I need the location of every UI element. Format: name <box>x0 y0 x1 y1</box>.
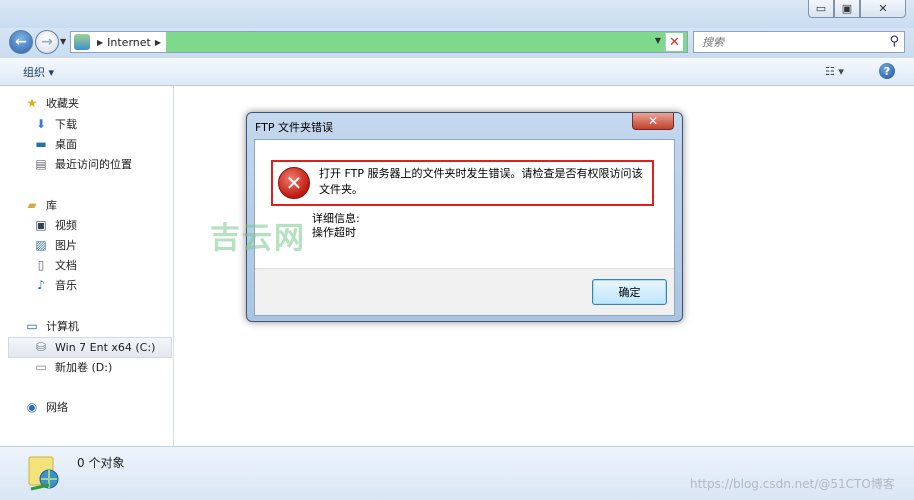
sidebar-item-downloads[interactable]: ⬇ 下载 <box>33 115 77 133</box>
sidebar-item-network[interactable]: ◉ 网络 <box>24 398 68 416</box>
address-dropdown-icon[interactable]: ▼ <box>655 36 661 45</box>
search-icon[interactable]: ⚲ <box>889 34 899 49</box>
download-folder-icon: ⬇ <box>35 117 47 131</box>
sidebar-item-label: 音乐 <box>55 279 77 292</box>
image-watermark: https://blog.csdn.net/@51CTO博客 <box>690 477 895 491</box>
sidebar-item-videos[interactable]: ▣ 视频 <box>33 216 77 234</box>
close-icon: ✕ <box>878 2 888 15</box>
stop-icon[interactable]: ✕ <box>665 33 683 51</box>
sidebar-item-documents[interactable]: ▯ 文档 <box>33 256 77 274</box>
sidebar-item-label: 下载 <box>55 118 77 131</box>
address-bar[interactable]: ▶ Internet ▶ ▼ ✕ <box>70 31 688 53</box>
chevron-right-icon[interactable]: ▶ <box>97 38 103 47</box>
sidebar-item-drive-c[interactable]: ⛁ Win 7 Ent x64 (C:) <box>33 338 155 356</box>
forward-arrow-icon: → <box>41 34 53 50</box>
ftp-folder-icon <box>28 456 59 491</box>
library-folder-icon: ▰ <box>27 198 37 212</box>
ok-button[interactable]: 确定 <box>592 279 667 305</box>
sidebar-item-label: 图片 <box>55 239 77 252</box>
network-icon: ◉ <box>26 400 38 414</box>
back-button[interactable]: ← <box>9 30 33 54</box>
dialog-title: FTP 文件夹错误 <box>255 121 333 134</box>
window-titlebar: ▭ ▣ ✕ <box>0 0 914 28</box>
navigation-pane: ★ 收藏夹 ⬇ 下载 ▬ 桌面 ▤ 最近访问的位置 ▰ 库 ▣ 视频 ▨ 图片 … <box>0 86 174 446</box>
command-toolbar: 组织 ▾ ☷ ▾ ? <box>0 58 914 86</box>
breadcrumb-internet[interactable]: Internet <box>107 36 151 49</box>
address-breadcrumb: ▶ Internet ▶ <box>71 32 166 52</box>
overlay-watermark: 吉云网 <box>210 221 306 256</box>
sidebar-item-pictures[interactable]: ▨ 图片 <box>33 236 77 254</box>
forward-button[interactable]: → <box>35 30 59 54</box>
sidebar-item-label: 文档 <box>55 259 77 272</box>
error-icon: ✕ <box>278 167 310 199</box>
sidebar-item-desktop[interactable]: ▬ 桌面 <box>33 135 77 153</box>
star-icon: ★ <box>26 96 38 110</box>
sidebar-item-label: 视频 <box>55 219 77 232</box>
sidebar-item-label: 最近访问的位置 <box>55 158 132 171</box>
search-input[interactable] <box>702 35 872 49</box>
hard-drive-icon: ▭ <box>35 360 47 374</box>
system-drive-icon: ⛁ <box>35 340 47 354</box>
details-pane: 0 个对象 https://blog.csdn.net/@51CTO博客 <box>0 446 914 500</box>
error-message: 打开 FTP 服务器上的文件夹时发生错误。请检查是否有权限访问该文件夹。 <box>319 167 643 196</box>
window-controls: ▭ ▣ ✕ <box>808 0 906 18</box>
maximize-icon: ▣ <box>841 2 853 15</box>
back-arrow-icon: ← <box>15 34 27 50</box>
details-value: 操作超时 <box>312 226 356 239</box>
picture-icon: ▨ <box>35 238 47 252</box>
sidebar-item-label: 收藏夹 <box>46 97 79 110</box>
view-options-button[interactable]: ☷ ▾ <box>825 65 844 78</box>
sidebar-item-label: 网络 <box>46 401 68 414</box>
video-icon: ▣ <box>35 218 47 232</box>
error-details: 详细信息: 操作超时 <box>312 212 360 240</box>
details-label: 详细信息: <box>312 212 360 225</box>
object-count: 0 个对象 <box>77 456 125 470</box>
sidebar-item-favorites[interactable]: ★ 收藏夹 <box>24 94 79 112</box>
sidebar-item-music[interactable]: ♪ 音乐 <box>33 276 77 294</box>
organize-menu-button[interactable]: 组织 ▾ <box>23 64 54 80</box>
chevron-right-icon[interactable]: ▶ <box>155 38 161 47</box>
minimize-button[interactable]: ▭ <box>808 0 834 18</box>
minimize-icon: ▭ <box>815 2 827 15</box>
maximize-button[interactable]: ▣ <box>834 0 860 18</box>
document-icon: ▯ <box>37 258 45 272</box>
address-row: ← → ▼ ▶ Internet ▶ ▼ ✕ ⚲ <box>0 28 914 58</box>
sidebar-item-label: Win 7 Ent x64 (C:) <box>55 340 156 354</box>
close-icon: ✕ <box>647 114 659 128</box>
sidebar-item-drive-d[interactable]: ▭ 新加卷 (D:) <box>33 358 112 376</box>
close-button[interactable]: ✕ <box>860 0 906 18</box>
help-button[interactable]: ? <box>879 63 895 79</box>
music-icon: ♪ <box>37 278 45 292</box>
sidebar-item-label: 计算机 <box>46 320 79 333</box>
history-dropdown-icon[interactable]: ▼ <box>60 37 66 46</box>
sidebar-item-label: 库 <box>46 199 57 212</box>
sidebar-item-label: 新加卷 (D:) <box>55 361 113 374</box>
dialog-close-button[interactable]: ✕ <box>632 113 674 130</box>
sidebar-item-recent[interactable]: ▤ 最近访问的位置 <box>33 155 132 173</box>
globe-icon <box>74 34 90 50</box>
recent-places-icon: ▤ <box>35 157 47 171</box>
sidebar-item-label: 桌面 <box>55 138 77 151</box>
desktop-icon: ▬ <box>35 137 47 151</box>
ftp-error-dialog: FTP 文件夹错误 ✕ ✕ 打开 FTP 服务器上的文件夹时发生错误。请检查是否… <box>246 112 683 322</box>
search-box[interactable]: ⚲ <box>693 31 905 53</box>
sidebar-item-computer[interactable]: ▭ 计算机 <box>24 317 79 335</box>
dialog-body: ✕ 打开 FTP 服务器上的文件夹时发生错误。请检查是否有权限访问该文件夹。 详… <box>254 139 675 316</box>
computer-icon: ▭ <box>26 319 38 333</box>
sidebar-item-libraries[interactable]: ▰ 库 <box>24 196 57 214</box>
